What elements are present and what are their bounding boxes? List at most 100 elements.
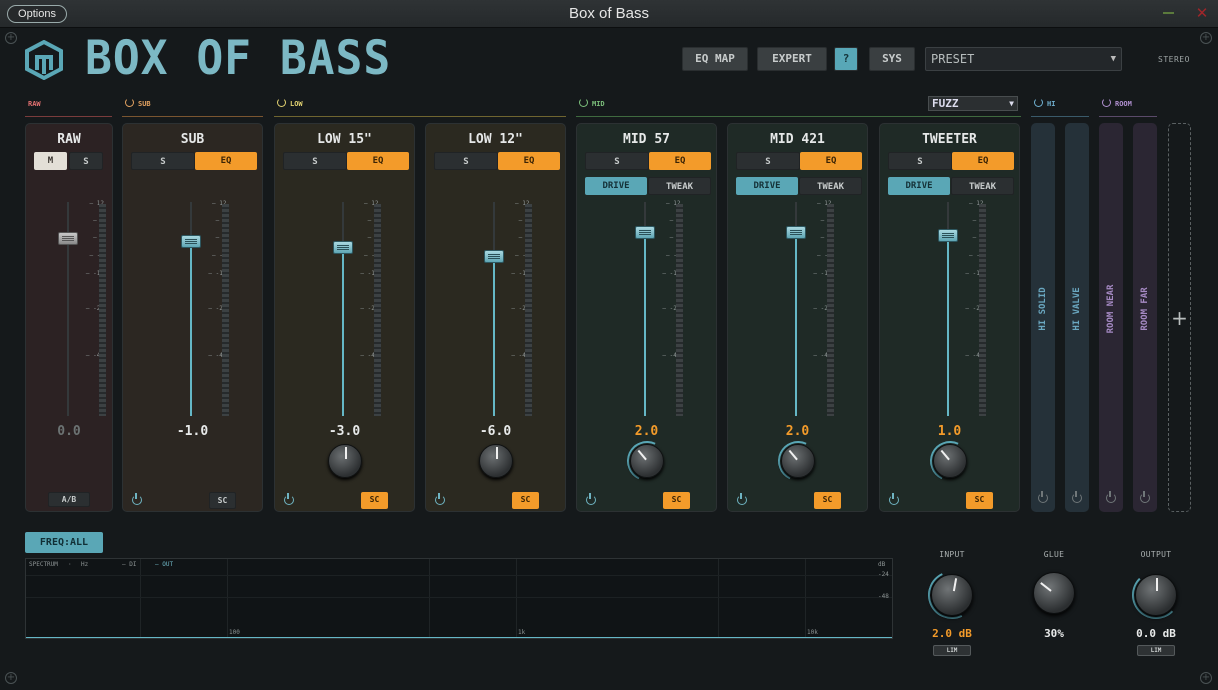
group-label-low[interactable]: LOW (274, 97, 566, 117)
solo-button[interactable]: S (434, 152, 498, 170)
power-icon[interactable] (1102, 98, 1111, 107)
grid-line (516, 559, 517, 638)
power-icon[interactable] (889, 493, 899, 505)
drive-knob[interactable] (932, 444, 967, 478)
fx-strip[interactable]: HI SOLID (1031, 123, 1055, 512)
solo-button[interactable]: S (736, 152, 800, 170)
drive-button[interactable]: DRIVE (736, 177, 798, 195)
fx-strip[interactable]: ROOM NEAR (1099, 123, 1123, 512)
drive-button[interactable]: DRIVE (585, 177, 647, 195)
sidechain-button[interactable]: SC (814, 492, 841, 509)
ab-button[interactable]: A/B (48, 492, 90, 507)
power-icon[interactable] (435, 493, 445, 505)
drive-button[interactable]: DRIVE (888, 177, 950, 195)
freq-tick-label: 100 (229, 629, 240, 636)
eq-map-button[interactable]: EQ MAP (682, 47, 748, 71)
power-icon[interactable] (1072, 491, 1082, 503)
gain-value: 2.0 (634, 424, 659, 439)
spectrum-label: SPECTRUM (29, 561, 58, 568)
output-knob[interactable] (1135, 574, 1177, 616)
stereo-label: STEREO (1158, 55, 1190, 64)
power-icon[interactable] (1106, 491, 1116, 503)
freq-tick-label: 1k (518, 629, 526, 636)
output-lim-button[interactable]: LIM (1137, 645, 1175, 656)
power-icon[interactable] (1034, 98, 1043, 107)
add-strip-button[interactable]: + (1168, 123, 1191, 512)
power-icon[interactable] (284, 493, 294, 505)
knob-pointer (1156, 578, 1158, 591)
fx-strip[interactable]: HI VALVE (1065, 123, 1089, 512)
help-button[interactable]: ? (834, 47, 858, 71)
input-lim-button[interactable]: LIM (933, 645, 971, 656)
drive-knob[interactable] (327, 444, 362, 478)
preset-dropdown[interactable]: PRESET ▼ (925, 47, 1122, 71)
freq-all-button[interactable]: FREQ:ALL (25, 532, 103, 553)
group-label-room[interactable]: ROOM (1099, 97, 1157, 117)
power-icon[interactable] (586, 493, 596, 505)
fader-handle[interactable] (332, 241, 353, 254)
fader-handle[interactable] (937, 229, 958, 243)
channel-strip: RAWMS— 12— 6— 0— -6— -12— -24— -480.0A/B (25, 123, 113, 512)
output-value: 0.0 dB (1136, 627, 1176, 640)
glue-label: GLUE (1043, 550, 1065, 559)
power-icon[interactable] (579, 98, 588, 107)
input-value: 2.0 dB (932, 627, 972, 640)
hz-label: Hz (81, 561, 89, 568)
group-label-sub[interactable]: SUB (122, 97, 263, 117)
power-icon[interactable] (277, 98, 286, 107)
power-icon[interactable] (1038, 491, 1048, 503)
grid-line (140, 559, 141, 638)
power-icon[interactable] (125, 98, 134, 107)
sys-button[interactable]: SYS (869, 47, 915, 71)
spectrum-analyzer: SPECTRUM · Hz — DI — OUT dB -24 -48 100 … (25, 558, 893, 639)
group-label-hi[interactable]: HI (1031, 97, 1089, 117)
sidechain-button[interactable]: SC (209, 492, 236, 509)
sidechain-button[interactable]: SC (361, 492, 388, 509)
fader-level (341, 247, 344, 416)
channel-title: LOW 12" (468, 132, 523, 147)
fader-handle[interactable] (483, 250, 504, 263)
solo-button[interactable]: S (585, 152, 649, 170)
channel-strip: MID 57SEQDRIVETWEAK— 12— 6— 0— -6— -12— … (576, 123, 717, 512)
mute-button[interactable]: M (34, 152, 67, 170)
drive-knob[interactable] (478, 444, 513, 478)
knob-pointer (637, 449, 647, 461)
input-knob[interactable] (931, 574, 973, 616)
drive-knob[interactable] (780, 444, 815, 478)
sidechain-button[interactable]: SC (512, 492, 539, 509)
fader-handle[interactable] (634, 226, 655, 240)
window-title: Box of Bass (568, 5, 650, 22)
fader-handle[interactable] (58, 232, 78, 245)
power-icon[interactable] (1140, 491, 1150, 503)
solo-button[interactable]: S (888, 152, 952, 170)
db-tick-label: -48 (878, 593, 889, 600)
glue-knob[interactable] (1033, 572, 1075, 614)
corner-screw-icon: + (5, 672, 17, 684)
mid-mode-dropdown[interactable]: FUZZ ▼ (928, 96, 1018, 111)
fader-handle[interactable] (785, 226, 806, 240)
minimize-button[interactable] (1163, 12, 1174, 14)
options-button[interactable]: Options (7, 5, 67, 23)
fx-strip[interactable]: ROOM FAR (1133, 123, 1157, 512)
expert-button[interactable]: EXPERT (757, 47, 827, 71)
sidechain-button[interactable]: SC (966, 492, 993, 509)
mid-mode-value: FUZZ (932, 97, 959, 110)
corner-screw-icon: + (5, 32, 17, 44)
fader-level (946, 235, 949, 416)
fader-handle[interactable] (180, 235, 201, 248)
solo-button[interactable]: S (283, 152, 347, 170)
power-icon[interactable] (737, 493, 747, 505)
knob-pointer (495, 447, 498, 459)
level-meter (826, 204, 834, 416)
close-button[interactable]: ✕ (1195, 5, 1209, 21)
drive-knob[interactable] (629, 444, 664, 478)
knob-pointer (344, 447, 347, 459)
sidechain-button[interactable]: SC (663, 492, 690, 509)
channel-title: MID 57 (623, 132, 670, 147)
level-meter (675, 204, 683, 416)
freq-tick-label: 10k (807, 629, 818, 636)
power-icon[interactable] (132, 493, 142, 505)
channel-strip: LOW 15"SEQ— 12— 6— 0— -6— -12— -24— -48-… (274, 123, 415, 512)
spectrum-out-line (26, 637, 892, 638)
solo-button[interactable]: S (131, 152, 195, 170)
